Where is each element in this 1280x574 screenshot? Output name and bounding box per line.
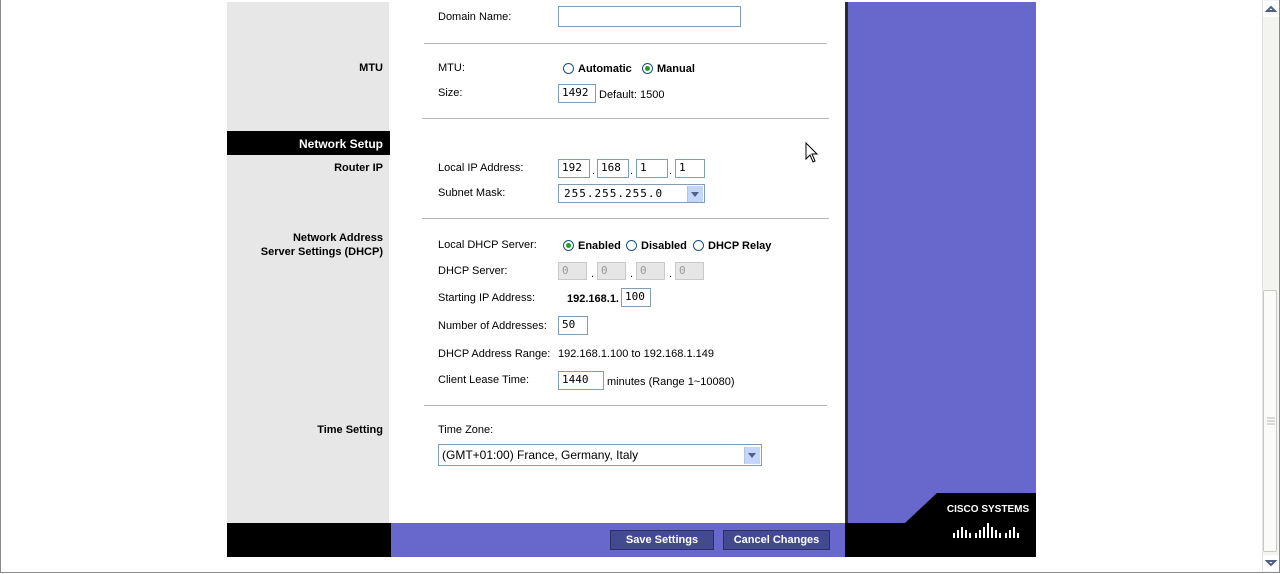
scroll-up-button[interactable] — [1263, 1, 1279, 17]
section-dhcp-line1: Network Address — [292, 232, 383, 244]
mtu-automatic-label: Automatic — [578, 63, 632, 75]
section-dhcp-line2: Server Settings (DHCP) — [260, 246, 383, 258]
divider — [424, 405, 827, 406]
dhcp-disabled-radio[interactable] — [626, 240, 637, 251]
divider — [424, 43, 827, 44]
network-setup-header: Network Setup — [227, 131, 390, 155]
dhcp-disabled-label: Disabled — [641, 240, 687, 252]
dhcp-relay-radio[interactable] — [693, 240, 704, 251]
ip-separator: . — [669, 268, 673, 280]
chevron-down-icon[interactable] — [687, 186, 703, 202]
lease-time-label: Client Lease Time: — [438, 374, 530, 386]
local-ip-octet-1[interactable]: 192 — [558, 159, 590, 178]
num-addresses-input[interactable]: 50 — [558, 316, 588, 335]
subnet-mask-select[interactable]: 255.255.255.0 — [558, 184, 705, 203]
mtu-default-text: Default: 1500 — [599, 89, 665, 101]
dhcp-enabled-radio[interactable] — [563, 240, 574, 251]
time-zone-label: Time Zone: — [438, 424, 494, 436]
divider — [422, 118, 829, 119]
num-addresses-label: Number of Addresses: — [438, 320, 547, 332]
dhcp-server-octet-4[interactable]: 0 — [675, 262, 704, 280]
time-zone-value: (GMT+01:00) France, Germany, Italy — [442, 448, 639, 462]
starting-ip-input[interactable]: 100 — [621, 288, 651, 307]
svg-text:CISCO SYSTEMS: CISCO SYSTEMS — [947, 504, 1030, 515]
mouse-cursor-icon — [805, 142, 819, 163]
mtu-size-input[interactable]: 1492 — [558, 84, 596, 103]
scroll-down-button[interactable] — [1263, 555, 1279, 571]
right-panel — [848, 2, 1036, 523]
chevron-down-icon[interactable] — [744, 447, 760, 464]
ip-separator: . — [591, 268, 595, 280]
mtu-manual-radio[interactable] — [642, 63, 653, 74]
mtu-label: MTU: — [438, 62, 465, 74]
scrollbar-thumb[interactable] — [1263, 290, 1277, 552]
dhcp-range-value: 192.168.1.100 to 192.168.1.149 — [558, 348, 714, 360]
ip-separator: . — [630, 165, 634, 177]
dhcp-server-octet-2[interactable]: 0 — [597, 262, 626, 280]
section-router-ip: Router IP — [334, 162, 383, 174]
dhcp-server-label: DHCP Server: — [438, 265, 508, 277]
ip-separator: . — [592, 165, 596, 177]
mtu-automatic-radio[interactable] — [563, 63, 574, 74]
left-sidebar — [227, 2, 390, 523]
section-mtu: MTU — [359, 62, 383, 74]
mtu-manual-label: Manual — [657, 63, 695, 75]
cancel-changes-button[interactable]: Cancel Changes — [723, 530, 830, 550]
cisco-logo: CISCO SYSTEMS — [905, 493, 1036, 557]
domain-name-label: Domain Name: — [438, 11, 512, 23]
save-settings-button[interactable]: Save Settings — [610, 530, 714, 550]
local-ip-label: Local IP Address: — [438, 162, 524, 174]
local-ip-octet-4[interactable]: 1 — [675, 159, 705, 178]
starting-ip-label: Starting IP Address: — [438, 292, 536, 304]
lease-time-suffix: minutes (Range 1~10080) — [607, 376, 735, 388]
dhcp-relay-label: DHCP Relay — [708, 240, 772, 252]
starting-ip-prefix: 192.168.1. — [567, 293, 619, 305]
footer-left — [227, 523, 391, 557]
dhcp-server-octet-3[interactable]: 0 — [636, 262, 665, 280]
time-zone-select[interactable]: (GMT+01:00) France, Germany, Italy — [438, 444, 762, 466]
subnet-mask-label: Subnet Mask: — [438, 187, 506, 199]
subnet-mask-value: 255.255.255.0 — [564, 187, 664, 200]
ip-separator: . — [669, 165, 673, 177]
local-ip-octet-3[interactable]: 1 — [636, 159, 668, 178]
lease-time-input[interactable]: 1440 — [558, 371, 604, 390]
dhcp-enabled-label: Enabled — [578, 240, 621, 252]
dhcp-server-mode-label: Local DHCP Server: — [438, 239, 537, 251]
dhcp-range-label: DHCP Address Range: — [438, 348, 551, 360]
divider — [422, 218, 829, 219]
dhcp-server-octet-1[interactable]: 0 — [558, 262, 587, 280]
ip-separator: . — [630, 268, 634, 280]
mtu-size-label: Size: — [438, 87, 463, 99]
network-setup-title: Network Setup — [298, 137, 383, 151]
section-time-setting: Time Setting — [317, 424, 383, 436]
domain-name-input[interactable] — [558, 6, 741, 27]
local-ip-octet-2[interactable]: 168 — [597, 159, 629, 178]
